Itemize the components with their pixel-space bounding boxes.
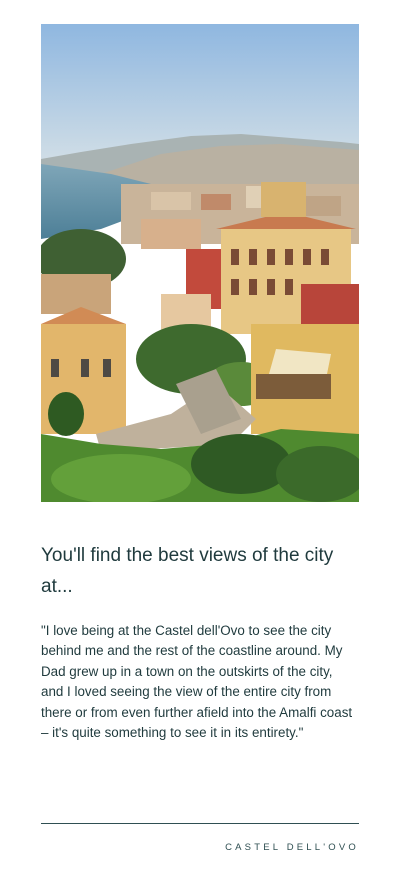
naples-city-photo (41, 24, 359, 502)
city-view-illustration (41, 24, 359, 502)
divider-line (41, 823, 359, 824)
location-label: CASTEL DELL'OVO (225, 842, 359, 853)
testimonial-quote: "I love being at the Castel dell'Ovo to … (41, 623, 353, 741)
section-heading: You'll find the best views of the city a… (41, 545, 334, 597)
